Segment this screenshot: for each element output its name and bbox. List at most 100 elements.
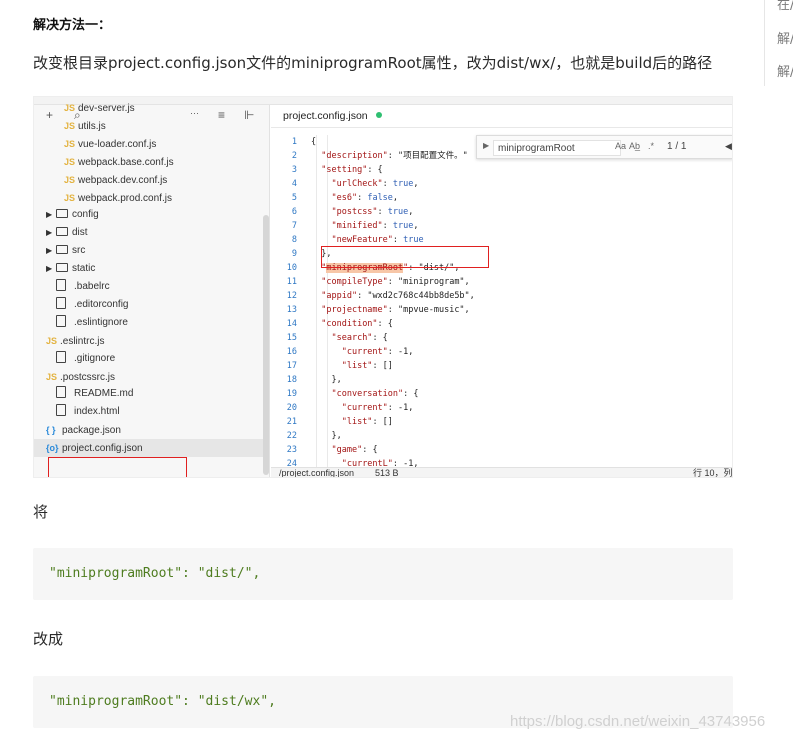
line-number: 4 [291, 179, 297, 189]
code-text: "setting": { [321, 165, 383, 175]
code-text: "minified": true, [331, 221, 419, 231]
file-icon [56, 279, 66, 291]
tree-scrollbar[interactable] [263, 215, 269, 475]
code-text: "description": "项目配置文件。" [321, 151, 468, 161]
code-line: 12 "appid": "wxd2c768c44bb8de5b", [271, 289, 475, 303]
tree-item[interactable]: index.html [34, 403, 263, 421]
tree-item-label: .postcssrc.js [60, 371, 116, 383]
line-number: 17 [286, 361, 297, 371]
tree-item[interactable]: .babelrc [34, 278, 263, 296]
tree-item-label: vue-loader.conf.js [78, 138, 157, 150]
watermark: https://blog.csdn.net/weixin_43743956 [510, 713, 766, 730]
toc-link[interactable]: 在/ [777, 0, 793, 13]
tree-item[interactable]: JS vue-loader.conf.js [34, 135, 263, 153]
status-size: 513 B [375, 468, 399, 478]
expand-arrow-icon[interactable]: ▶ [46, 260, 56, 278]
tree-item-label: .gitignore [74, 352, 116, 364]
tree-item[interactable]: JS dev-server.js [34, 99, 263, 117]
code-line: 21 "list": [] [271, 415, 393, 429]
tree-item[interactable]: README.md [34, 385, 263, 403]
side-toc: 在/ 解/ 解/ [764, 0, 793, 86]
code-text: "game": { [331, 445, 378, 455]
tree-item[interactable]: {o} project.config.json [34, 439, 263, 458]
toc-link[interactable]: 解/ [777, 61, 793, 80]
code-line: 15 "search": { [271, 331, 388, 345]
tree-item[interactable]: JS webpack.base.conf.js [34, 153, 263, 171]
tree-item-label: .eslintignore [74, 316, 128, 328]
tree-item[interactable]: .gitignore [34, 350, 263, 368]
tree-item[interactable]: ▶ dist [34, 224, 263, 242]
status-path: /project.config.json [279, 468, 355, 478]
line-number: 15 [286, 333, 297, 343]
expand-arrow-icon[interactable]: ▶ [46, 206, 56, 224]
tree-item-label: README.md [74, 388, 134, 400]
code-text: "conversation": { [331, 389, 419, 399]
line-number: 10 [286, 263, 297, 273]
toc-link[interactable]: 解/ [777, 28, 793, 47]
line-number: 22 [286, 431, 297, 441]
code-line: 5 "es6": false, [271, 191, 398, 205]
line-number: 2 [291, 151, 297, 161]
tree-item[interactable]: .editorconfig [34, 296, 263, 314]
file-icon [56, 296, 66, 309]
tree-item-label: utils.js [78, 120, 106, 132]
unsaved-dot-icon [375, 112, 382, 118]
code-line: 2 "description": "项目配置文件。" [271, 149, 468, 163]
tree-item[interactable]: { } package.json [34, 421, 263, 439]
line-number: 13 [286, 305, 297, 315]
code-text: "current": -1, [341, 403, 414, 413]
line-number: 16 [286, 347, 297, 357]
whole-word-icon[interactable]: Ab̲ [629, 141, 640, 151]
code-text: "appid": "wxd2c768c44bb8de5b", [321, 291, 475, 301]
tree-item-label: package.json [62, 425, 121, 437]
tree-item[interactable]: JS webpack.prod.conf.js [34, 189, 263, 207]
js-file-icon: JS [46, 371, 58, 382]
code-line: 7 "minified": true, [271, 219, 419, 233]
tree-item-label: project.config.json [62, 443, 143, 455]
code-line: 4 "urlCheck": true, [271, 177, 419, 191]
match-count: 1 / 1 [667, 141, 687, 152]
tree-item[interactable]: JS webpack.dev.conf.js [34, 171, 263, 189]
code-line: 20 "current": -1, [271, 401, 414, 415]
find-input[interactable]: miniprogramRoot [493, 140, 621, 156]
expand-arrow-icon[interactable]: ▶ [46, 242, 56, 260]
code-line: 3 "setting": { [271, 163, 383, 177]
json-file-icon: {o} [46, 443, 59, 454]
file-icon [56, 350, 66, 363]
tree-item-label: .babelrc [74, 281, 110, 292]
tree-item-label: dist [72, 227, 88, 239]
tree-item[interactable]: JS .eslintrc.js [34, 332, 263, 350]
tree-item[interactable]: JS utils.js [34, 117, 263, 135]
tree-item[interactable]: ▶ static [34, 260, 263, 278]
code-line: 1{ [271, 135, 316, 149]
regex-icon[interactable]: .* [648, 141, 654, 151]
tree-item[interactable]: .eslintignore [34, 314, 263, 332]
tree-item-label: .editorconfig [74, 298, 129, 310]
tree-item[interactable]: ▶ config [34, 206, 263, 224]
expand-arrow-icon[interactable]: ▶ [46, 224, 56, 242]
status-position: 行 10，列 [693, 468, 733, 478]
code-before: "miniprogramRoot": "dist/", [49, 566, 261, 581]
code-line: 19 "conversation": { [271, 387, 419, 401]
tree-item[interactable]: ▶ src [34, 242, 263, 260]
folder-icon [56, 227, 68, 237]
code-editor[interactable]: project.config.json 1{2 "description": "… [271, 105, 733, 478]
previous-match-icon[interactable]: ◀ [725, 141, 732, 152]
line-number: 6 [291, 207, 297, 217]
tab-project-config[interactable]: project.config.json [271, 105, 401, 127]
file-icon [56, 314, 66, 327]
code-line: 18 }, [271, 373, 342, 387]
expand-replace-icon[interactable]: ▶ [483, 141, 489, 150]
js-file-icon: JS [64, 192, 76, 203]
tree-item[interactable]: JS .postcssrc.js [34, 368, 263, 386]
line-number: 9 [291, 249, 297, 259]
code-text: "es6": false, [331, 193, 399, 203]
line-number: 21 [286, 417, 297, 427]
tree-item-label: index.html [74, 406, 120, 418]
match-case-icon[interactable]: Aa [615, 141, 626, 151]
tree-item-label: src [72, 245, 86, 257]
js-file-icon: JS [64, 174, 76, 185]
line-number: 7 [291, 221, 297, 231]
code-text: "compileType": "miniprogram", [321, 277, 470, 287]
tree-item-label: config [72, 209, 99, 221]
